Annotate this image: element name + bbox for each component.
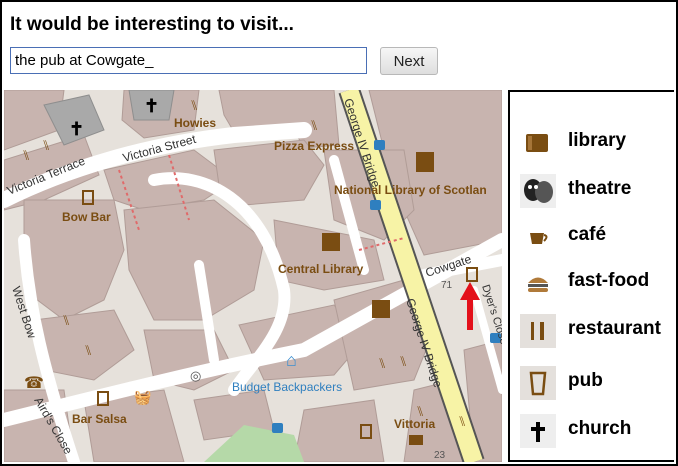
shop-icon: 🧺 <box>134 389 151 406</box>
prompt-title: It would be interesting to visit... <box>10 14 294 35</box>
cafe-icon <box>409 435 423 445</box>
restaurant-icon <box>520 314 556 348</box>
restaurant-icon: ⑊ <box>42 137 50 153</box>
legend-label: library <box>568 130 627 151</box>
bus-stop-icon <box>272 423 283 433</box>
legend-item-library: library <box>510 122 676 162</box>
restaurant-icon: ⑊ <box>84 342 92 358</box>
restaurant-icon: ⑊ <box>378 355 386 371</box>
church-icon <box>520 414 556 448</box>
house-number: 23 <box>434 450 446 461</box>
library-icon <box>372 300 390 318</box>
bus-stop-icon <box>374 140 385 150</box>
legend-item-restaurant: restaurant <box>510 310 676 350</box>
legend-item-theatre: theatre <box>510 170 676 210</box>
place-label: Vittoria <box>394 417 435 431</box>
legend-label: fast-food <box>568 270 650 291</box>
map-view[interactable]: ✝ ✝ ⑊ ⑊ ⑊ ⑊ ⑊ ⑊ ⑊ ⑊ ⑊ ⑊ ☎ 🧺 ◎ ⌂ Victoria… <box>4 90 502 462</box>
place-label: Bar Salsa <box>72 412 127 426</box>
phone-icon: ☎ <box>24 375 44 392</box>
place-label: Budget Backpackers <box>232 380 342 394</box>
legend-label: theatre <box>568 178 632 199</box>
restaurant-icon: ⑊ <box>310 117 318 133</box>
pub-icon <box>520 366 556 400</box>
place-label: Central Library <box>278 262 364 276</box>
map-legend: library theatre café fast-food restauran… <box>508 90 674 462</box>
restaurant-icon: ⑊ <box>62 312 70 328</box>
library-icon <box>322 233 340 251</box>
fast-food-icon <box>528 277 548 292</box>
house-number: 71 <box>441 280 453 291</box>
bus-stop-icon <box>370 200 381 210</box>
legend-label: church <box>568 418 632 439</box>
restaurant-icon: ⑊ <box>22 147 30 163</box>
church-icon: ✝ <box>144 96 159 116</box>
cafe-icon <box>530 233 548 244</box>
restaurant-icon: ⑊ <box>458 413 466 429</box>
restaurant-icon: ⑊ <box>190 97 198 113</box>
legend-item-fast-food: fast-food <box>510 262 676 302</box>
legend-item-church: church <box>510 410 676 450</box>
place-label: Pizza Express <box>274 139 354 153</box>
legend-item-cafe: café <box>510 216 676 256</box>
library-icon <box>526 134 548 152</box>
legend-label: café <box>568 224 607 245</box>
legend-label: restaurant <box>568 318 661 339</box>
place-label: National Library of Scotlan <box>334 183 487 197</box>
legend-item-pub: pub <box>510 362 676 402</box>
place-label: Howies <box>174 116 216 130</box>
place-label: Bow Bar <box>62 210 111 224</box>
destination-input[interactable] <box>10 47 367 74</box>
restaurant-icon: ⑊ <box>399 353 407 369</box>
legend-label: pub <box>568 370 603 391</box>
library-icon <box>416 152 434 172</box>
viewpoint-icon: ◎ <box>190 368 201 383</box>
map-canvas: ✝ ✝ ⑊ ⑊ ⑊ ⑊ ⑊ ⑊ ⑊ ⑊ ⑊ ⑊ ☎ 🧺 ◎ ⌂ Victoria… <box>4 90 502 462</box>
theatre-icon <box>520 174 556 208</box>
next-button[interactable]: Next <box>380 47 438 75</box>
church-icon: ✝ <box>69 119 84 139</box>
app-window: It would be interesting to visit... Next <box>0 0 678 466</box>
hostel-icon: ⌂ <box>286 350 297 370</box>
